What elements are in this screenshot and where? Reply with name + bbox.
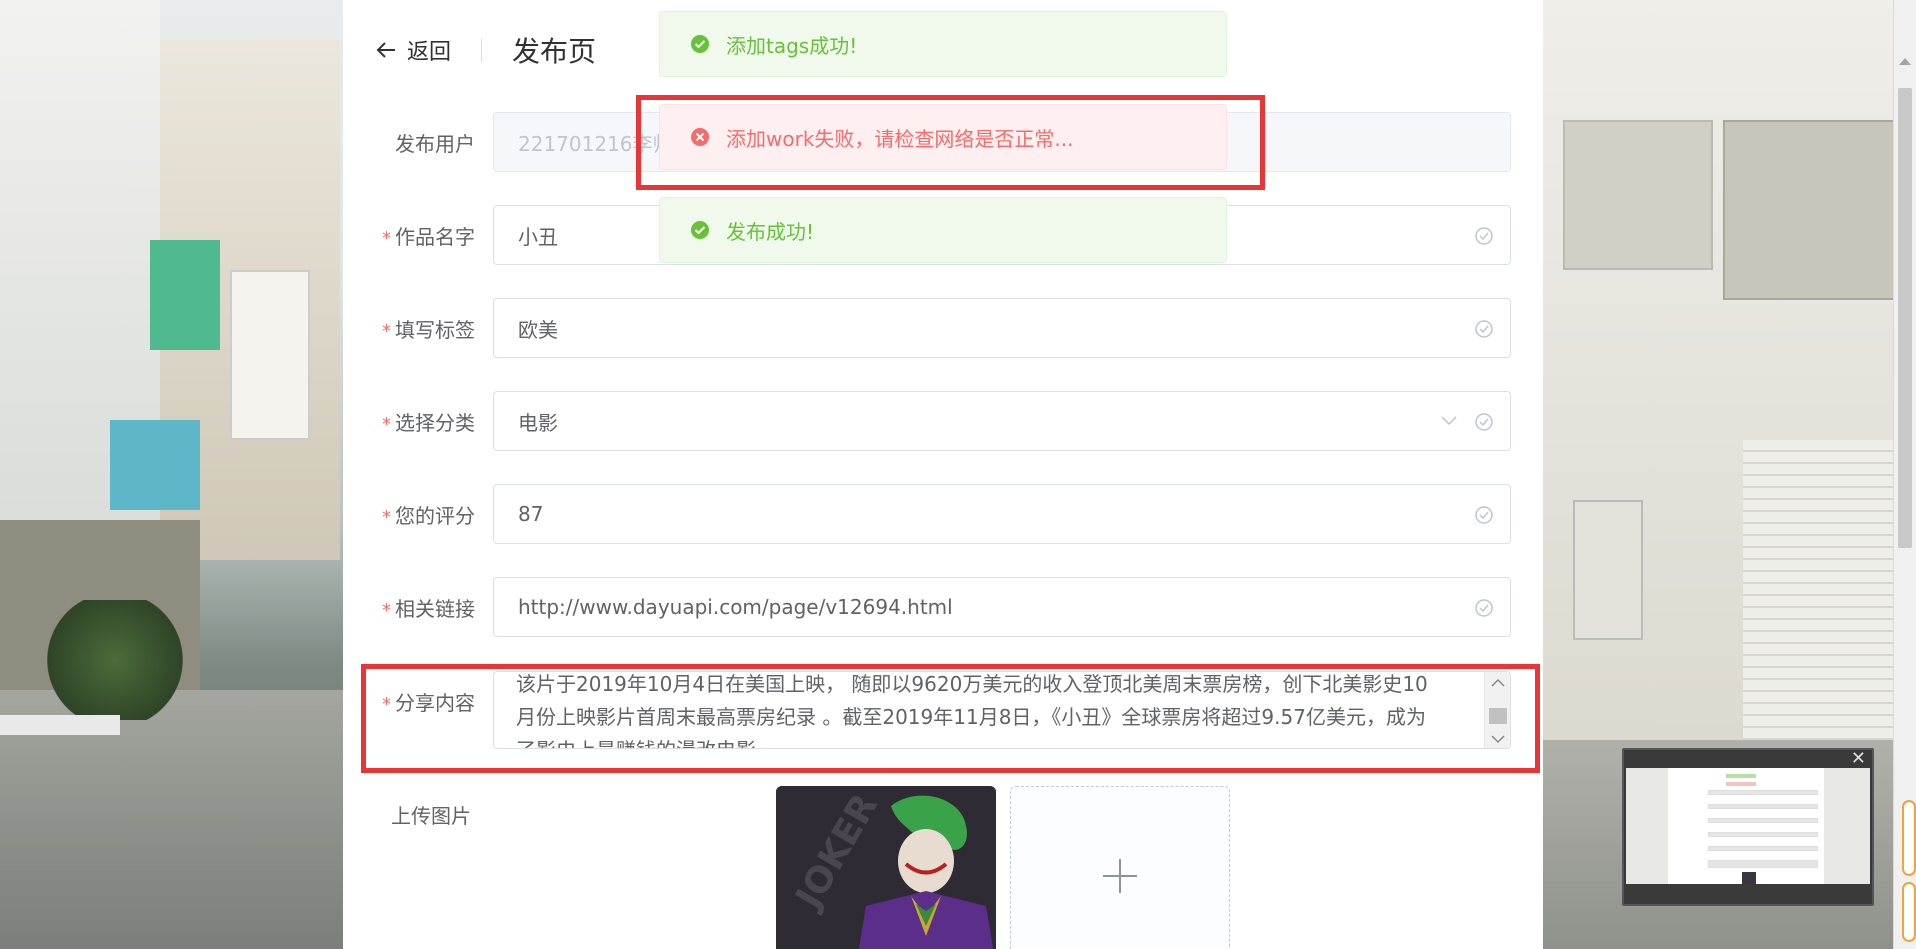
score-label: * 您的评分 <box>382 504 475 528</box>
chevron-down-icon <box>1441 416 1457 426</box>
upload-label: 上传图片 <box>391 804 471 828</box>
background-photo-left <box>0 0 343 949</box>
tags-label: * 填写标签 <box>382 318 475 342</box>
link-input[interactable]: http://www.dayuapi.com/page/v12694.html <box>493 577 1511 637</box>
page-header: 返回 发布页 <box>375 28 596 72</box>
name-label: * 作品名字 <box>382 225 475 249</box>
minimap-preview[interactable]: ✕ <box>1622 748 1874 906</box>
form-row-link: * 相关链接 http://www.dayuapi.com/page/v12694… <box>343 577 1543 637</box>
category-label: * 选择分类 <box>382 411 475 435</box>
back-label: 返回 <box>407 40 452 65</box>
tags-input[interactable]: 欧美 <box>493 298 1511 358</box>
toast-publish-success: 发布成功! <box>659 197 1227 263</box>
check-circle-icon <box>1475 320 1493 338</box>
plus-icon <box>1103 859 1137 893</box>
category-select[interactable]: 电影 <box>493 391 1511 451</box>
back-button[interactable]: 返回 <box>375 34 451 66</box>
toast-tags-success: 添加tags成功! <box>659 11 1227 77</box>
joker-image: JOKER <box>776 786 996 949</box>
scroll-up-arrow-icon[interactable] <box>1899 58 1911 65</box>
minimap-page <box>1668 768 1824 884</box>
form-row-tags: * 填写标签 欧美 <box>343 298 1543 358</box>
page-title: 发布页 <box>512 35 597 68</box>
link-label: * 相关链接 <box>382 597 475 621</box>
score-input[interactable]: 87 <box>493 484 1511 544</box>
check-circle-icon <box>1475 227 1493 245</box>
uploaded-image-thumbnail[interactable]: JOKER <box>776 786 996 949</box>
minimap-handle-lower[interactable] <box>1902 882 1916 942</box>
header-divider <box>481 38 483 62</box>
success-check-icon <box>691 221 709 239</box>
upload-button[interactable] <box>1010 786 1230 949</box>
check-circle-icon <box>1475 413 1493 431</box>
check-circle-icon <box>1475 599 1493 617</box>
user-label: 发布用户 <box>395 132 475 156</box>
check-circle-icon <box>1475 506 1493 524</box>
arrow-left-icon <box>376 42 395 58</box>
minimap-viewport <box>1626 768 1870 884</box>
highlight-box-error-toast <box>636 95 1265 190</box>
success-check-icon <box>691 35 709 53</box>
close-icon[interactable]: ✕ <box>1851 748 1866 769</box>
highlight-box-content <box>361 664 1540 773</box>
form-row-category: * 选择分类 电影 <box>343 391 1543 451</box>
page-scroll-thumb[interactable] <box>1898 88 1912 548</box>
form-row-score: * 您的评分 87 <box>343 484 1543 544</box>
minimap-handle[interactable] <box>1902 800 1916 876</box>
